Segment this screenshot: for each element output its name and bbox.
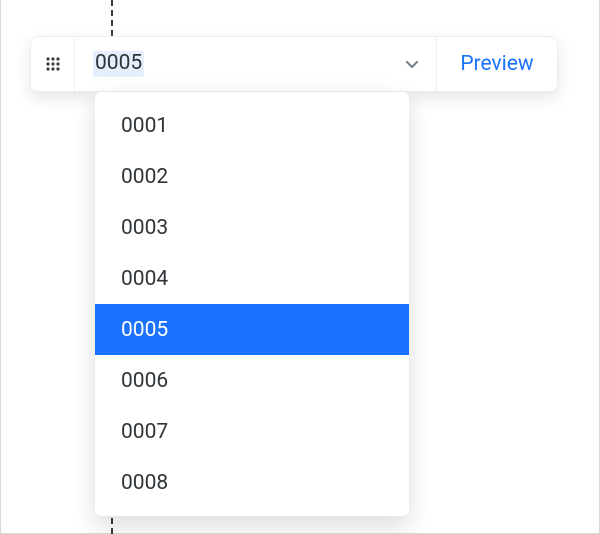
option-label: 0002 [121, 165, 168, 189]
option-label: 0008 [121, 471, 168, 495]
preview-label: Preview [460, 52, 533, 76]
select-option[interactable]: 0007 [95, 406, 409, 457]
drag-handle[interactable] [31, 37, 75, 91]
select-option[interactable]: 0004 [95, 253, 409, 304]
select-dropdown: 0001 0002 0003 0004 0005 0006 0007 0008 [95, 92, 409, 516]
select-value: 0005 [93, 51, 144, 76]
option-label: 0003 [121, 216, 168, 240]
select-option[interactable]: 0006 [95, 355, 409, 406]
chevron-down-icon [402, 54, 422, 74]
select-option[interactable]: 0008 [95, 457, 409, 508]
option-label: 0004 [121, 267, 168, 291]
option-label: 0005 [121, 318, 168, 342]
preview-button[interactable]: Preview [437, 37, 557, 91]
option-label: 0007 [121, 420, 168, 444]
select-option[interactable]: 0005 [95, 304, 409, 355]
select-option[interactable]: 0003 [95, 202, 409, 253]
select-option[interactable]: 0002 [95, 151, 409, 202]
option-label: 0001 [121, 114, 168, 138]
value-select[interactable]: 0005 [75, 37, 436, 91]
option-label: 0006 [121, 369, 168, 393]
select-option[interactable]: 0001 [95, 100, 409, 151]
drag-handle-icon [46, 57, 60, 71]
field-toolbar: 0005 Preview [30, 36, 558, 92]
